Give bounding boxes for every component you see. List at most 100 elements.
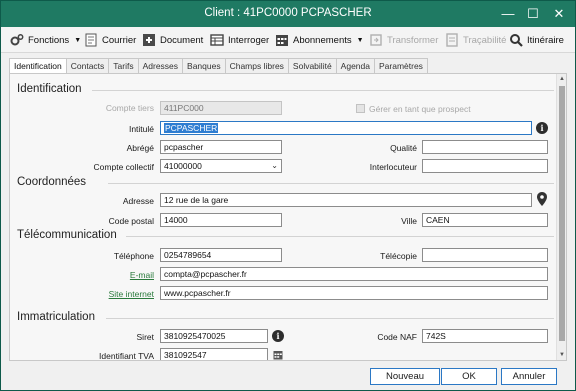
scrollbar-thumb[interactable] [559,86,565,341]
tracabilite-label: Traçabilité [463,34,507,46]
ville-field[interactable]: CAEN [422,213,548,227]
info-icon[interactable]: i [272,330,284,342]
title-bar: Client : 41PC0000 PCPASCHER — ☐ ✕ [1,1,575,27]
identifiant-tva-field[interactable]: 381092547 [160,348,268,360]
chevron-down-icon: ⌄ [271,161,278,170]
compte-tiers-label: Compte tiers [105,103,154,113]
identifiant-tva-label: Identifiant TVA [99,351,154,361]
section-divider [92,90,554,91]
adresse-label: Adresse [122,196,154,206]
transformer-label: Transformer [387,34,439,46]
query-table-icon [210,33,224,47]
chevron-down-icon: ▼ [356,36,364,44]
code-postal-field[interactable]: 14000 [160,213,282,227]
email-link[interactable]: E-mail [130,270,154,280]
calendar-icon[interactable] [273,350,283,360]
tab-banques[interactable]: Banques [182,58,226,73]
minimize-button[interactable]: — [499,5,517,23]
search-icon [509,33,523,47]
fonctions-menu-button[interactable]: Fonctions ▼ [10,31,81,49]
ville-label: Ville [401,216,417,226]
fonctions-label: Fonctions [28,34,70,46]
section-immatriculation-title: Immatriculation [17,311,95,323]
tab-parametres[interactable]: Paramètres [373,58,428,73]
intitule-label: Intitulé [128,124,154,134]
prospect-checkbox[interactable] [356,104,365,113]
code-naf-label: Code NAF [377,332,417,342]
window-title: Client : 41PC0000 PCPASCHER [204,7,372,19]
document-label: Document [160,34,204,46]
tab-tarifs[interactable]: Tarifs [108,58,139,73]
compte-collectif-label: Compte collectif [93,162,154,172]
chevron-down-icon: ▼ [74,36,82,44]
vertical-scrollbar[interactable]: ▲ ▼ [556,74,566,360]
section-divider [106,318,554,319]
itineraire-label: Itinéraire [527,34,564,46]
adresse-field[interactable]: 12 rue de la gare [160,193,532,207]
maximize-button[interactable]: ☐ [524,5,542,23]
annuler-button[interactable]: Annuler [501,368,557,385]
tab-contacts[interactable]: Contacts [65,58,110,73]
section-coordonnees-title: Coordonnées [17,176,87,188]
tab-champs-libres[interactable]: Champs libres [224,58,289,73]
section-divider [126,236,554,237]
courrier-label: Courrier [102,34,137,46]
interlocuteur-label: Interlocuteur [369,162,417,172]
ok-button[interactable]: OK [441,368,497,385]
section-divider [108,183,554,184]
abrege-label: Abrégé [126,143,154,153]
telecopie-field[interactable] [422,248,548,262]
abonnements-label: Abonnements [293,34,352,46]
intitule-value: PCPASCHER [164,123,219,133]
code-naf-field[interactable]: 742S [422,329,548,343]
gears-icon [10,33,24,47]
prospect-label: Gérer en tant que prospect [369,104,471,114]
tab-agenda[interactable]: Agenda [335,58,375,73]
client-window: Client : 41PC0000 PCPASCHER — ☐ ✕ Foncti… [0,0,576,391]
itineraire-button[interactable]: Itinéraire [509,31,564,49]
section-identification-title: Identification [17,83,82,95]
compte-tiers-field: 411PC000 [160,101,282,115]
tracabilite-button[interactable]: Traçabilité [445,31,506,49]
traceability-icon [445,33,459,47]
intitule-field[interactable]: PCPASCHER [160,121,532,135]
section-telecommunication-title: Télécommunication [17,229,117,241]
nouveau-button[interactable]: Nouveau [370,368,440,385]
letter-icon [84,33,98,47]
qualite-field[interactable] [422,140,548,154]
tab-bar: Identification Contacts Tarifs Adresses … [9,58,428,74]
site-internet-field[interactable]: www.pcpascher.fr [160,286,548,300]
tab-adresses[interactable]: Adresses [137,58,184,73]
abrege-field[interactable]: pcpascher [160,140,282,154]
transformer-button[interactable]: Transformer [369,31,438,49]
interroger-button[interactable]: Interroger [210,31,269,49]
abonnements-menu-button[interactable]: Abonnements ▼ [275,31,364,49]
interlocuteur-field[interactable] [422,159,548,173]
code-postal-label: Code postal [108,216,154,226]
telecopie-label: Télécopie [380,251,417,261]
close-button[interactable]: ✕ [550,5,568,23]
tab-solvabilite[interactable]: Solvabilité [287,58,337,73]
siret-label: Siret [136,332,154,342]
site-internet-link[interactable]: Site internet [109,289,154,299]
calendar-icon [275,33,289,47]
info-icon[interactable]: i [536,122,548,134]
qualite-label: Qualité [390,143,417,153]
siret-field[interactable]: 3810925470025 [160,329,268,343]
identification-panel: Identification Compte tiers 411PC000 Gér… [9,73,567,361]
telephone-field[interactable]: 0254789654 [160,248,282,262]
scroll-down-icon[interactable]: ▼ [557,350,566,360]
transform-icon [369,33,383,47]
scroll-up-icon[interactable]: ▲ [557,74,566,84]
interroger-label: Interroger [228,34,270,46]
document-button[interactable]: Document [142,31,203,49]
compte-collectif-select[interactable]: 41000000 ⌄ [160,159,282,173]
compte-collectif-value: 41000000 [164,161,202,171]
email-field[interactable]: compta@pcpascher.fr [160,267,548,281]
toolbar: Fonctions ▼ Courrier Document Interroger [1,27,575,53]
tab-identification[interactable]: Identification [9,58,67,74]
map-pin-icon[interactable] [537,192,547,206]
telephone-label: Téléphone [113,251,154,261]
courrier-button[interactable]: Courrier [84,31,136,49]
add-document-icon [142,33,156,47]
